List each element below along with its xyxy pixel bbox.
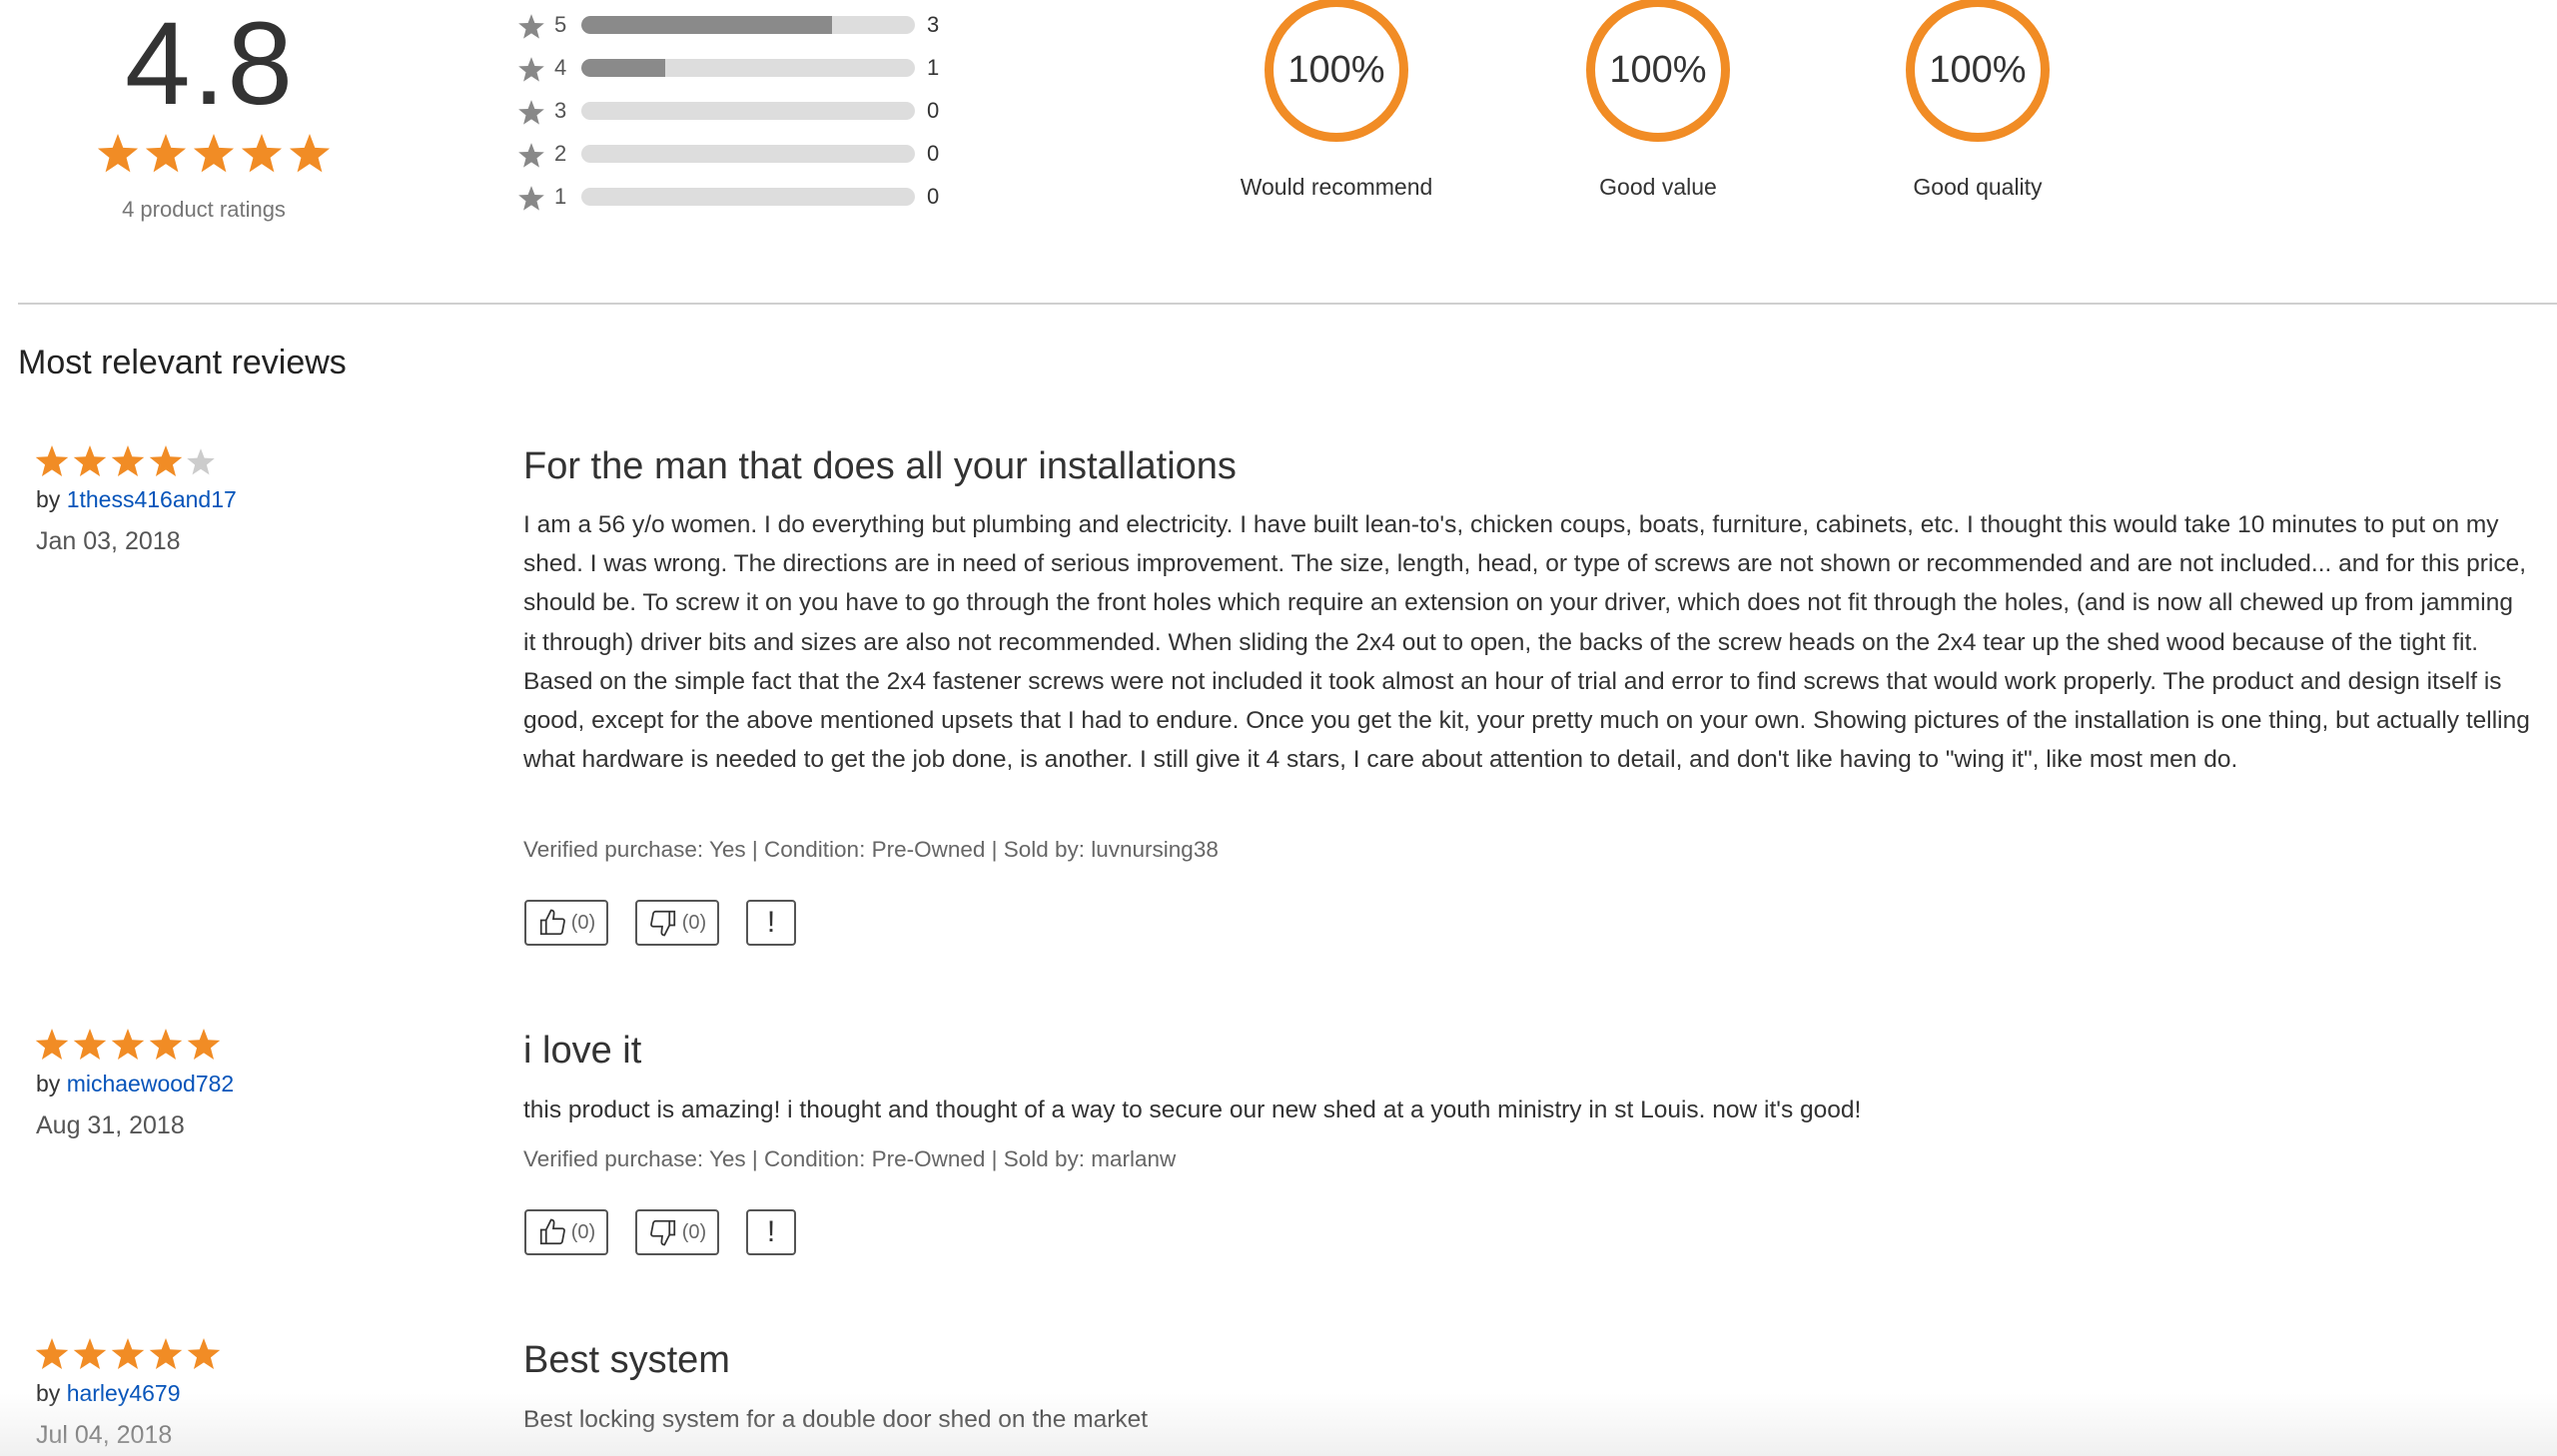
histogram-bar	[581, 102, 915, 120]
star-icon	[186, 1029, 222, 1063]
star-icon	[72, 1029, 108, 1063]
review-author-link[interactable]: michaewood782	[67, 1071, 235, 1096]
attribute-label: Good quality	[1913, 174, 2043, 200]
percent-ring: 100%	[1586, 0, 1730, 142]
star-icon	[192, 134, 236, 176]
percent-ring: 100%	[1906, 0, 2050, 142]
thumbs-up-icon	[537, 908, 567, 938]
star-icon	[110, 1029, 146, 1063]
histogram-bar	[581, 16, 915, 34]
histogram-stars-label: 5	[554, 12, 567, 37]
star-icon	[148, 1338, 184, 1372]
star-icon	[517, 186, 545, 218]
attribute-good-value: 100% Good value	[1548, 0, 1768, 201]
percent-ring: 100%	[1265, 0, 1408, 142]
unhelpful-count: (0)	[681, 1220, 707, 1243]
attribute-label: Good value	[1599, 174, 1717, 200]
star-icon	[517, 57, 545, 89]
star-icon	[110, 445, 146, 479]
star-icon	[186, 1338, 222, 1372]
review-author-link[interactable]: harley4679	[67, 1380, 181, 1406]
histogram-stars-label: 4	[554, 55, 567, 80]
thumbs-up-icon	[537, 1217, 567, 1247]
review-author-link[interactable]: 1thess416and17	[67, 486, 237, 512]
star-icon	[517, 100, 545, 132]
review-date: Jan 03, 2018	[36, 527, 181, 555]
review-body: Best locking system for a double door sh…	[523, 1406, 1149, 1433]
review-stars	[34, 1338, 222, 1372]
review-title: i love it	[523, 1030, 642, 1072]
star-icon	[517, 14, 545, 46]
star-icon	[288, 134, 332, 176]
review-title: Best system	[523, 1339, 730, 1381]
star-icon	[34, 1338, 70, 1372]
helpful-button[interactable]: (0)	[524, 900, 608, 946]
helpful-count: (0)	[570, 1220, 596, 1243]
histogram-count: 0	[927, 98, 940, 123]
attribute-good-quality: 100% Good quality	[1868, 0, 2088, 201]
review-author-line: by michaewood782	[36, 1071, 235, 1096]
histogram-stars-label: 2	[554, 141, 567, 166]
star-icon	[72, 1338, 108, 1372]
helpful-count: (0)	[570, 911, 596, 934]
section-title: Most relevant reviews	[18, 344, 347, 381]
review-stars	[34, 445, 222, 482]
star-icon	[517, 143, 545, 175]
review-author-line: by 1thess416and17	[36, 486, 237, 512]
review-meta: Verified purchase: Yes | Condition: Pre-…	[523, 837, 1219, 862]
star-icon	[110, 1338, 146, 1372]
review-body: this product is amazing! i thought and t…	[523, 1096, 1862, 1123]
report-button[interactable]: !	[746, 900, 796, 946]
histogram-stars-label: 3	[554, 98, 567, 123]
star-icon	[148, 445, 184, 479]
review-author-line: by harley4679	[36, 1380, 181, 1406]
review-stars	[34, 1029, 222, 1063]
star-icon	[186, 448, 222, 482]
average-rating: 4.8	[124, 0, 296, 130]
histogram-count: 1	[927, 55, 940, 80]
unhelpful-count: (0)	[681, 911, 707, 934]
report-button[interactable]: !	[746, 1209, 796, 1255]
helpful-button[interactable]: (0)	[524, 1209, 608, 1255]
attribute-label: Would recommend	[1240, 174, 1433, 200]
attribute-would-recommend: 100% Would recommend	[1227, 0, 1446, 201]
star-icon	[240, 134, 284, 176]
histogram-bar	[581, 59, 915, 77]
star-icon	[72, 445, 108, 479]
star-icon	[148, 1029, 184, 1063]
thumbs-down-icon	[648, 908, 678, 938]
review-date: Aug 31, 2018	[36, 1111, 185, 1139]
histogram-row-3[interactable]: 3 0	[517, 96, 957, 139]
histogram-row-4[interactable]: 4 1	[517, 53, 957, 96]
thumbs-down-icon	[648, 1217, 678, 1247]
unhelpful-button[interactable]: (0)	[635, 1209, 719, 1255]
star-icon	[96, 134, 140, 176]
star-icon	[34, 445, 70, 479]
unhelpful-button[interactable]: (0)	[635, 900, 719, 946]
average-stars	[96, 134, 332, 176]
histogram-bar	[581, 145, 915, 163]
histogram-count: 0	[927, 184, 940, 209]
review-meta: Verified purchase: Yes | Condition: Pre-…	[523, 1146, 1177, 1171]
histogram-stars-label: 1	[554, 184, 567, 209]
star-icon	[144, 134, 188, 176]
histogram-count: 0	[927, 141, 940, 166]
section-divider	[18, 303, 2557, 305]
rating-histogram: 5 3 4 1 3 0 2 0 1 0	[517, 10, 957, 225]
histogram-count: 3	[927, 12, 940, 37]
review-body: I am a 56 y/o women. I do everything but…	[523, 511, 2530, 774]
histogram-bar	[581, 188, 915, 206]
report-icon: !	[766, 1215, 776, 1248]
review-title: For the man that does all your installat…	[523, 445, 1237, 487]
report-icon: !	[766, 906, 776, 939]
ratings-count: 4 product ratings	[122, 197, 286, 222]
histogram-row-1[interactable]: 1 0	[517, 182, 957, 225]
review-date: Jul 04, 2018	[36, 1421, 173, 1449]
histogram-row-5[interactable]: 5 3	[517, 10, 957, 53]
histogram-row-2[interactable]: 2 0	[517, 139, 957, 182]
star-icon	[34, 1029, 70, 1063]
